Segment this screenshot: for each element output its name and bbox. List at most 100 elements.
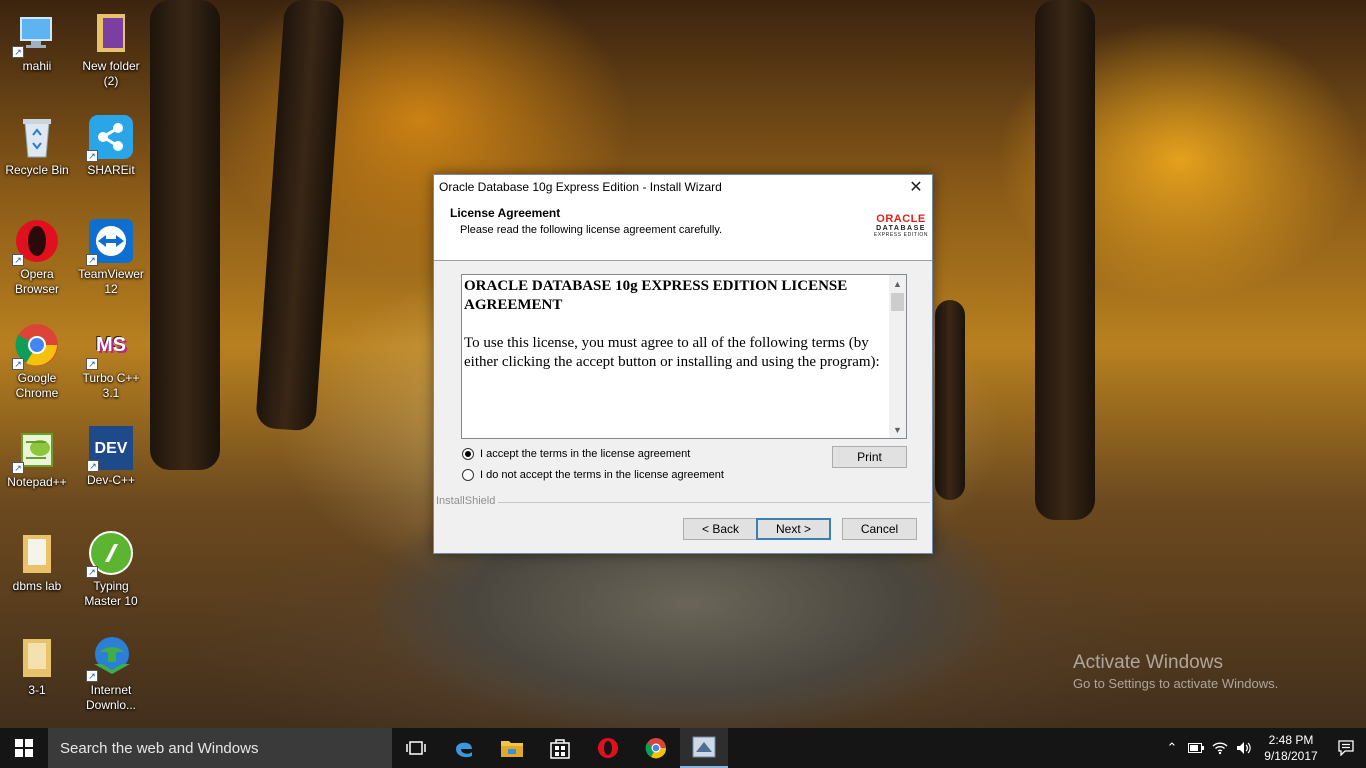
- installshield-label: InstallShield: [436, 495, 496, 507]
- header-title: License Agreement: [450, 206, 561, 220]
- clock-date: 9/18/2017: [1264, 749, 1318, 763]
- notification-icon[interactable]: [1326, 740, 1366, 756]
- idm-icon: ↗: [86, 634, 134, 682]
- oracle-logo: ORACLE DATABASE EXPRESS EDITION: [872, 213, 930, 238]
- tree-trunk: [1035, 0, 1095, 520]
- tree-trunk: [255, 0, 345, 432]
- desktop-icon-teamviewer[interactable]: ↗ TeamViewer 12: [75, 218, 147, 297]
- oracle-logo-line3: EXPRESS EDITION: [873, 232, 929, 238]
- radio-accept-label: I accept the terms in the license agreem…: [480, 448, 691, 460]
- desktop-icon-label: Recycle Bin: [5, 163, 69, 177]
- clock-time: 2:48 PM: [1268, 733, 1314, 747]
- desktop-icon-3-1[interactable]: 3-1: [1, 634, 73, 698]
- taskbar: Search the web and Windows ⌃ 2:48 PM 9/1…: [0, 728, 1366, 768]
- desktop-icon-label: TeamViewer 12: [78, 267, 144, 296]
- desktop-icon-label: 3-1: [28, 683, 46, 697]
- store-icon[interactable]: [536, 728, 584, 768]
- desktop-icon-label: SHAREit: [87, 163, 135, 177]
- volume-icon[interactable]: [1232, 741, 1256, 755]
- radio-selected-dot: [465, 451, 471, 457]
- edge-icon[interactable]: [440, 728, 488, 768]
- dialog-title: Oracle Database 10g Express Edition - In…: [439, 180, 722, 194]
- radio-accept[interactable]: I accept the terms in the license agreem…: [462, 448, 690, 460]
- devcpp-icon: DEV ↗: [87, 426, 133, 472]
- radio-decline-button[interactable]: [462, 469, 474, 481]
- file-explorer-icon[interactable]: [488, 728, 536, 768]
- activate-windows-watermark: Activate Windows Go to Settings to activ…: [1073, 652, 1278, 691]
- desktop-icon-typing-master[interactable]: ↗ Typing Master 10: [75, 530, 147, 609]
- install-wizard-dialog: Oracle Database 10g Express Edition - In…: [433, 174, 933, 554]
- recycle-bin-icon: [14, 114, 60, 160]
- desktop-icon-dbms-lab[interactable]: dbms lab: [1, 530, 73, 594]
- desktop-icon-label: dbms lab: [12, 579, 62, 593]
- radio-decline[interactable]: I do not accept the terms in the license…: [462, 469, 724, 481]
- folder-icon: [88, 10, 134, 56]
- desktop-icon-mahii[interactable]: ↗ mahii: [1, 10, 73, 74]
- dialog-header: License Agreement Please read the follow…: [434, 199, 932, 261]
- desktop-icon-label: New folder (2): [82, 59, 140, 88]
- opera-icon[interactable]: [584, 728, 632, 768]
- license-heading: ORACLE DATABASE 10g EXPRESS EDITION LICE…: [464, 278, 848, 313]
- chrome-icon: ↗: [12, 322, 60, 370]
- license-text-area[interactable]: ORACLE DATABASE 10g EXPRESS EDITION LICE…: [461, 274, 907, 439]
- computer-icon: ↗: [12, 10, 60, 58]
- license-scrollbar[interactable]: ▲ ▼: [889, 275, 906, 438]
- desktop-icon-internet-download-manager[interactable]: ↗ Internet Downlo...: [75, 634, 147, 713]
- desktop-icon-shareit[interactable]: ↗ SHAREit: [75, 114, 147, 178]
- desktop-icon-chrome[interactable]: ↗ Google Chrome: [1, 322, 73, 401]
- windows-logo-icon: [15, 739, 33, 757]
- close-icon[interactable]: ✕: [900, 175, 932, 199]
- chevron-up-icon[interactable]: ⌃: [1160, 740, 1184, 756]
- dialog-titlebar[interactable]: Oracle Database 10g Express Edition - In…: [434, 175, 932, 199]
- watermark-subtitle: Go to Settings to activate Windows.: [1073, 676, 1279, 691]
- watermark-title: Activate Windows: [1073, 652, 1223, 673]
- task-view-icon[interactable]: [392, 728, 440, 768]
- notepadpp-icon: ↗: [12, 426, 60, 474]
- oracle-logo-line2: DATABASE: [876, 225, 926, 232]
- desktop-icon-label: Opera Browser: [14, 267, 59, 296]
- divider: [498, 502, 930, 503]
- folder-icon: [14, 530, 60, 576]
- opera-icon: ↗: [12, 218, 60, 266]
- turbo-cpp-icon: MS ↗: [86, 322, 134, 370]
- desktop-icon-label: Turbo C++ 3.1: [82, 371, 140, 400]
- desktop-icon-devcpp[interactable]: DEV ↗ Dev-C++: [75, 426, 147, 488]
- back-button[interactable]: < Back: [683, 518, 758, 540]
- desktop-icon-label: Internet Downlo...: [85, 683, 137, 712]
- battery-icon[interactable]: [1184, 743, 1208, 753]
- radio-decline-label: I do not accept the terms in the license…: [480, 469, 724, 481]
- scroll-up-icon[interactable]: ▲: [889, 275, 906, 292]
- devcpp-logo-text: DEV: [94, 439, 128, 457]
- scroll-thumb[interactable]: [891, 293, 904, 311]
- system-tray: ⌃ 2:48 PM 9/18/2017: [1160, 728, 1366, 768]
- shareit-icon: ↗: [86, 114, 134, 162]
- next-button[interactable]: Next >: [756, 518, 831, 540]
- desktop-icon-recycle-bin[interactable]: Recycle Bin: [1, 114, 73, 178]
- license-text: ORACLE DATABASE 10g EXPRESS EDITION LICE…: [464, 277, 890, 391]
- desktop-icon-new-folder[interactable]: New folder (2): [75, 10, 147, 89]
- teamviewer-icon: ↗: [86, 218, 134, 266]
- print-button[interactable]: Print: [832, 446, 907, 468]
- radio-accept-button[interactable]: [462, 448, 474, 460]
- search-box[interactable]: Search the web and Windows: [48, 728, 392, 768]
- desktop-icon-label: Notepad++: [7, 475, 67, 489]
- desktop-icon-label: Google Chrome: [15, 371, 59, 400]
- start-button[interactable]: [0, 728, 48, 768]
- typing-master-icon: ↗: [86, 530, 134, 578]
- oracle-logo-line1: ORACLE: [876, 213, 926, 225]
- header-subtitle: Please read the following license agreem…: [460, 224, 723, 236]
- desktop-icon-notepadpp[interactable]: ↗ Notepad++: [1, 426, 73, 490]
- clock[interactable]: 2:48 PM 9/18/2017: [1256, 732, 1326, 764]
- scroll-down-icon[interactable]: ▼: [889, 421, 906, 438]
- chrome-icon[interactable]: [632, 728, 680, 768]
- desktop-icon-opera[interactable]: ↗ Opera Browser: [1, 218, 73, 297]
- folder-icon: [14, 634, 60, 680]
- turbo-cpp-logo-text: MS: [96, 333, 126, 356]
- tree-trunk: [150, 0, 220, 470]
- desktop-icon-label: mahii: [22, 59, 52, 73]
- desktop-icon-turbo-cpp[interactable]: MS ↗ Turbo C++ 3.1: [75, 322, 147, 401]
- wifi-icon[interactable]: [1208, 741, 1232, 755]
- cancel-button[interactable]: Cancel: [842, 518, 917, 540]
- oracle-installer-icon[interactable]: [680, 728, 728, 768]
- tree-trunk: [935, 300, 965, 500]
